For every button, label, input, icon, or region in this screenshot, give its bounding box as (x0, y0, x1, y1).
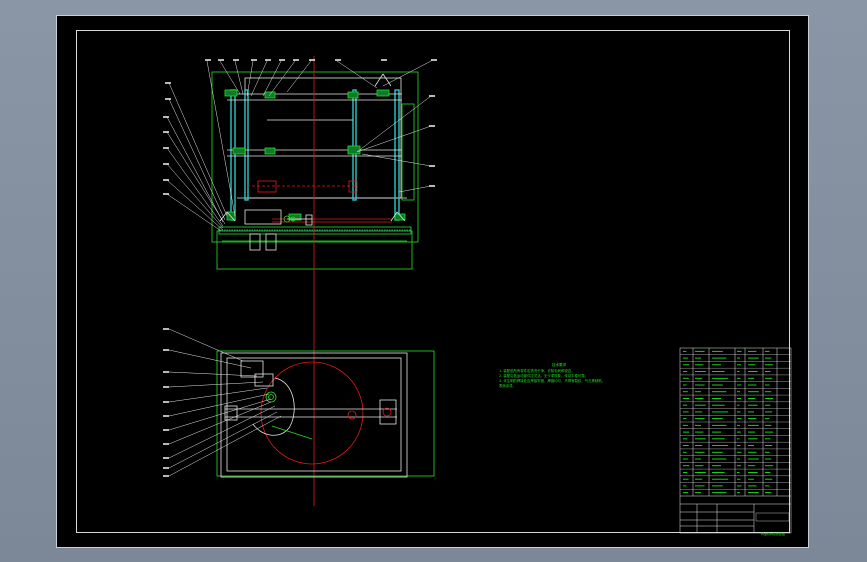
center-block (257, 180, 277, 193)
post-left (230, 89, 236, 221)
post-right (394, 89, 400, 221)
notes-heading: 技术要求 (551, 363, 567, 367)
front-housing-outline (211, 71, 419, 243)
notes-line-4: 表面涂漆。 (499, 384, 516, 388)
post-mid-right (352, 89, 357, 201)
drawing-title: 转盘机构总装配图 (760, 532, 785, 536)
notes-line-3: 3. 未注明的焊接处应焊接牢固，焊缝均匀，不得有裂纹、气孔等缺陷， (499, 379, 606, 383)
cad-canvas (163, 56, 792, 534)
top-outline-outer (216, 350, 435, 477)
front-leaders (166, 59, 434, 232)
drawing-sheet: 技术要求 1. 装配前所有零件应清洗干净，去除毛刺和锐边。 2. 装配后各运动部… (56, 15, 809, 548)
front-base-outline (216, 230, 413, 270)
post-mid-left (244, 89, 249, 201)
title-cell (755, 512, 790, 522)
top-view (216, 350, 435, 478)
front-view (211, 71, 419, 270)
base-plate (218, 226, 412, 235)
technical-notes: 技术要求 1. 装配前所有零件应清洗干净，去除毛刺和锐边。 2. 装配后各运动部… (499, 363, 619, 389)
turntable-circle (260, 361, 364, 465)
title-block (679, 347, 792, 534)
